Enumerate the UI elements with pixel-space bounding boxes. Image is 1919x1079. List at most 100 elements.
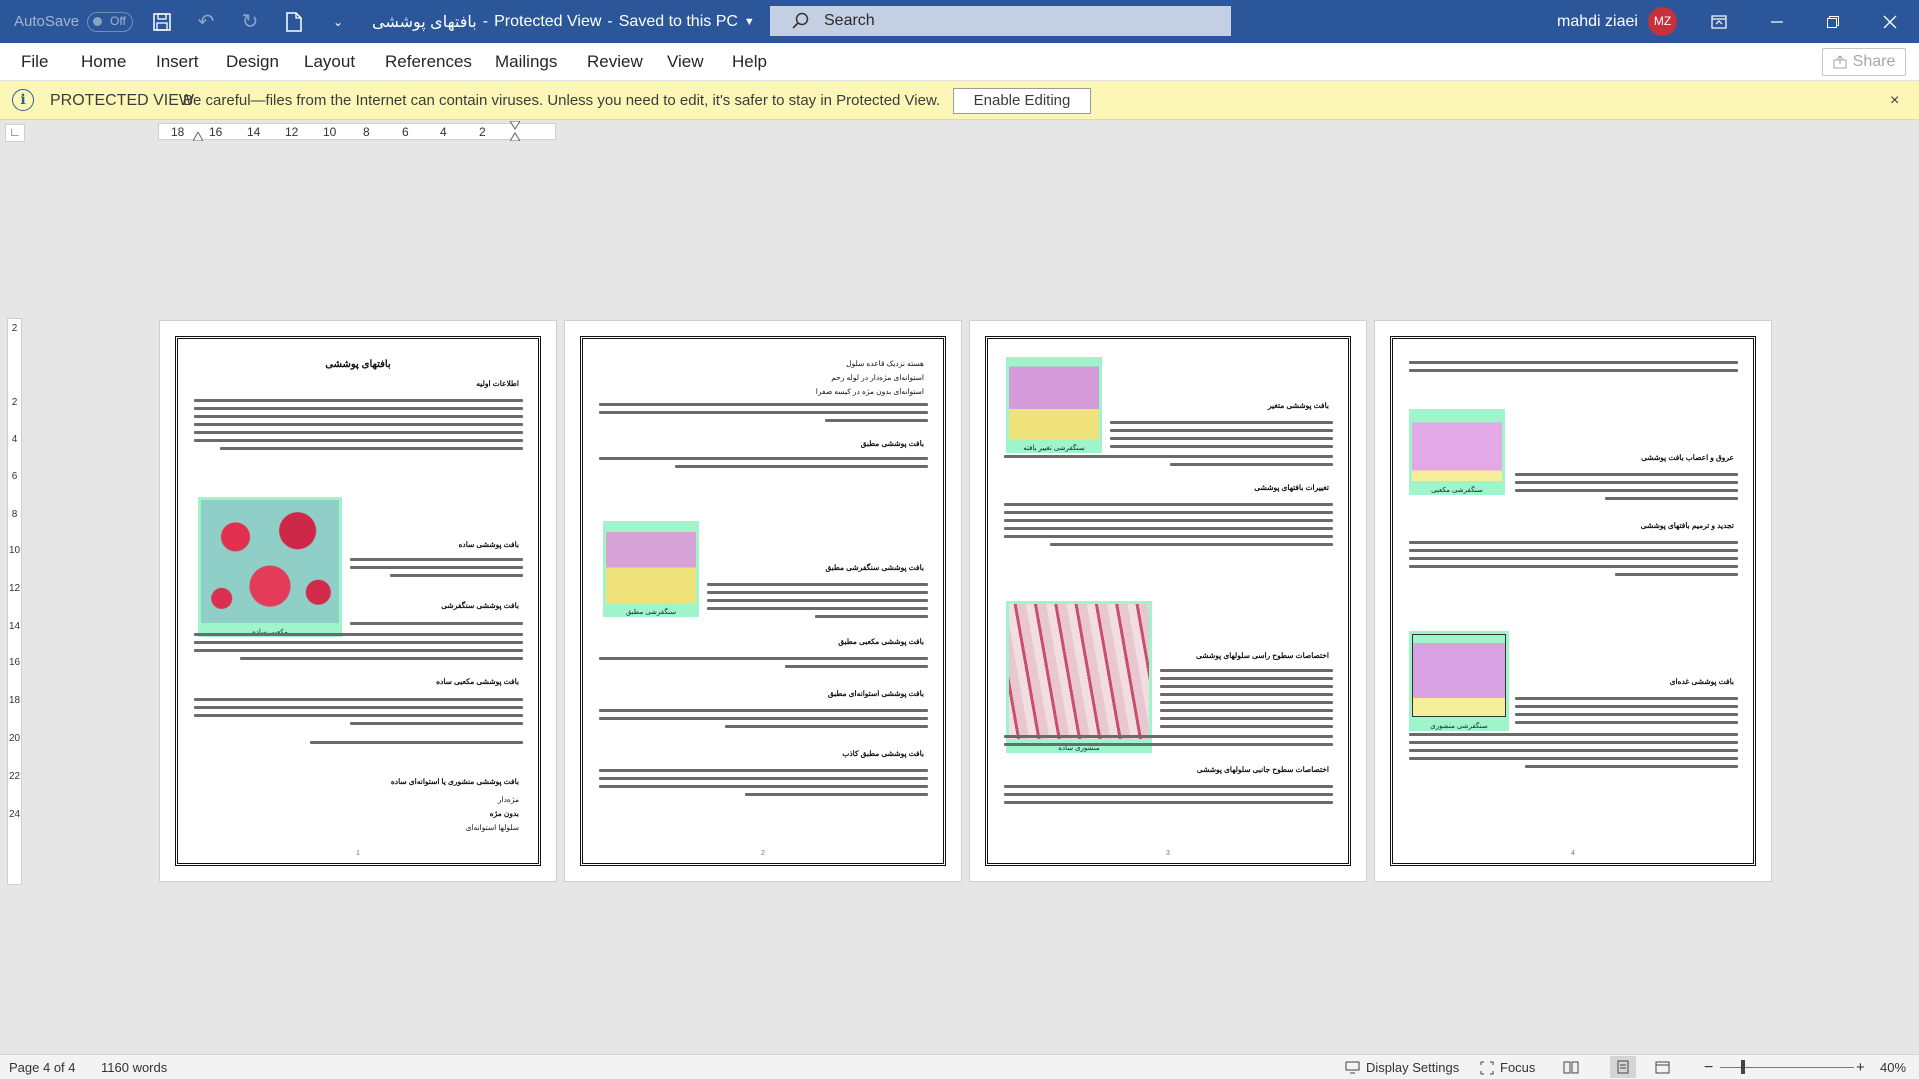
figure-squamous-columnar[interactable]: سنگفرشی منشوری [1409,631,1509,731]
focus-button[interactable]: Focus [1480,1055,1535,1079]
ruler-label: 4 [440,125,447,139]
page-number: 3 [1166,850,1170,857]
horizontal-ruler[interactable]: 18 16 14 12 10 8 6 4 2 [158,121,556,141]
document-title[interactable]: بافتهای پوششی - Protected View - Saved t… [372,0,755,43]
new-document-icon[interactable] [279,7,309,37]
customize-toolbar-icon[interactable]: ⌄ [323,7,353,37]
text-line [1605,497,1738,500]
title-separator: - [607,12,613,30]
figure-simple-columnar[interactable]: منشوری ساده [1006,601,1152,753]
menu-design[interactable]: Design [226,43,279,81]
text-line [1160,669,1333,672]
document-page-2[interactable]: هسته نزدیک قاعده سلول استوانه‌ای مژه‌دار… [565,321,961,881]
section-heading: اختصاصات سطوح جانبی سلولهای پوششی [1196,765,1329,774]
avatar[interactable]: MZ [1648,7,1677,36]
tab-selector[interactable]: ∟ [5,124,25,142]
text-line [1004,735,1333,738]
intro-line: هسته نزدیک قاعده سلول [846,359,924,368]
list-item: مژه‌دار [497,795,519,804]
text-line [1409,361,1738,364]
enable-editing-button[interactable]: Enable Editing [953,88,1091,114]
autosave-toggle[interactable]: AutoSave Off [14,11,134,32]
ruler-label: 10 [323,125,337,139]
section-heading: تغییرات بافتهای پوششی [1254,483,1329,492]
zoom-in-icon[interactable]: + [1856,1055,1865,1079]
text-line [1004,785,1333,788]
autosave-switch[interactable]: Off [87,11,134,32]
text-line [1050,543,1333,546]
search-icon [792,12,809,29]
text-line [675,465,928,468]
menu-insert[interactable]: Insert [156,43,199,81]
text-line [194,714,523,717]
word-count[interactable]: 1160 words [101,1055,167,1079]
menu-file[interactable]: File [21,43,48,81]
text-line [1004,801,1333,804]
web-layout-icon[interactable] [1655,1055,1670,1079]
text-line [194,423,523,426]
chevron-down-icon: ▼ [743,15,755,28]
text-line [1004,503,1333,506]
minimize-icon[interactable] [1754,0,1800,43]
menu-help[interactable]: Help [732,43,767,81]
zoom-level[interactable]: 40% [1880,1055,1906,1079]
page-indicator[interactable]: Page 4 of 4 [9,1055,76,1079]
menu-references[interactable]: References [385,43,472,81]
undo-icon[interactable]: ↶ [191,7,221,37]
ruler-label: 4 [11,434,18,445]
section-heading: بافت پوششی منشوری یا استوانه‌ای ساده [390,777,519,786]
menu-review[interactable]: Review [587,43,643,81]
text-line [194,399,523,402]
ruler-label: 2 [11,323,18,334]
close-icon[interactable]: × [1890,81,1899,120]
figure-transitional-epithelium[interactable]: سنگفرشی تغییر یافته [1006,357,1102,453]
menu-view[interactable]: View [667,43,704,81]
text-line [599,785,928,788]
figure-stratified-squamous[interactable]: سنگفرشی مطبق [603,521,699,617]
search-placeholder: Search [824,12,875,29]
text-line [220,447,523,450]
menu-home[interactable]: Home [81,43,126,81]
text-line [725,725,928,728]
menu-layout[interactable]: Layout [304,43,355,81]
display-settings-button[interactable]: Display Settings [1345,1055,1459,1079]
ruler-label: 8 [363,125,370,139]
text-line [1160,725,1333,728]
text-line [707,599,928,602]
share-button[interactable]: Share [1822,48,1906,76]
section-heading: تجدید و ترمیم بافتهای پوششی [1640,521,1734,530]
page-number: 1 [356,850,360,857]
vertical-ruler[interactable]: 2 2 4 6 8 10 12 14 16 18 20 22 24 [7,318,22,885]
text-line [707,591,928,594]
figure-cuboidal-squamous[interactable]: سنگفرشی مکعبی [1409,409,1505,495]
user-name[interactable]: mahdi ziaei [1557,0,1638,43]
zoom-out-icon[interactable]: − [1704,1055,1713,1079]
ruler-label: 16 [209,125,223,139]
print-layout-icon[interactable] [1610,1056,1636,1078]
text-line [350,622,523,625]
right-indent-marker[interactable] [510,121,520,141]
document-page-1[interactable]: بافتهای پوششی اطلاعات اولیه مکعبی ساده ب… [160,321,556,881]
close-icon[interactable] [1867,0,1913,43]
ribbon-display-options-icon[interactable] [1696,0,1742,43]
share-icon [1833,55,1847,69]
zoom-slider-handle[interactable] [1741,1060,1745,1074]
search-box[interactable]: Search [770,6,1231,36]
text-line [194,407,523,410]
document-page-4[interactable]: سنگفرشی مکعبی عروق و اعصاب بافت پوششی تج… [1375,321,1771,881]
ruler-label: 10 [8,545,21,556]
section-heading: بافت پوششی ساده [458,540,519,549]
menu-mailings[interactable]: Mailings [495,43,557,81]
figure-cuboidal-epithelium[interactable]: مکعبی ساده [198,497,342,637]
text-line [1409,369,1738,372]
text-line [1515,489,1738,492]
document-page-3[interactable]: سنگفرشی تغییر یافته بافت پوششی متغیر تغی… [970,321,1366,881]
redo-icon[interactable]: ↻ [235,7,265,37]
save-icon[interactable] [147,7,177,37]
text-line [1409,733,1738,736]
protected-view-label: Protected View [494,12,602,30]
indent-marker[interactable] [193,132,203,141]
ruler-label: 12 [285,125,299,139]
read-mode-icon[interactable] [1563,1055,1579,1079]
restore-icon[interactable] [1810,0,1856,43]
